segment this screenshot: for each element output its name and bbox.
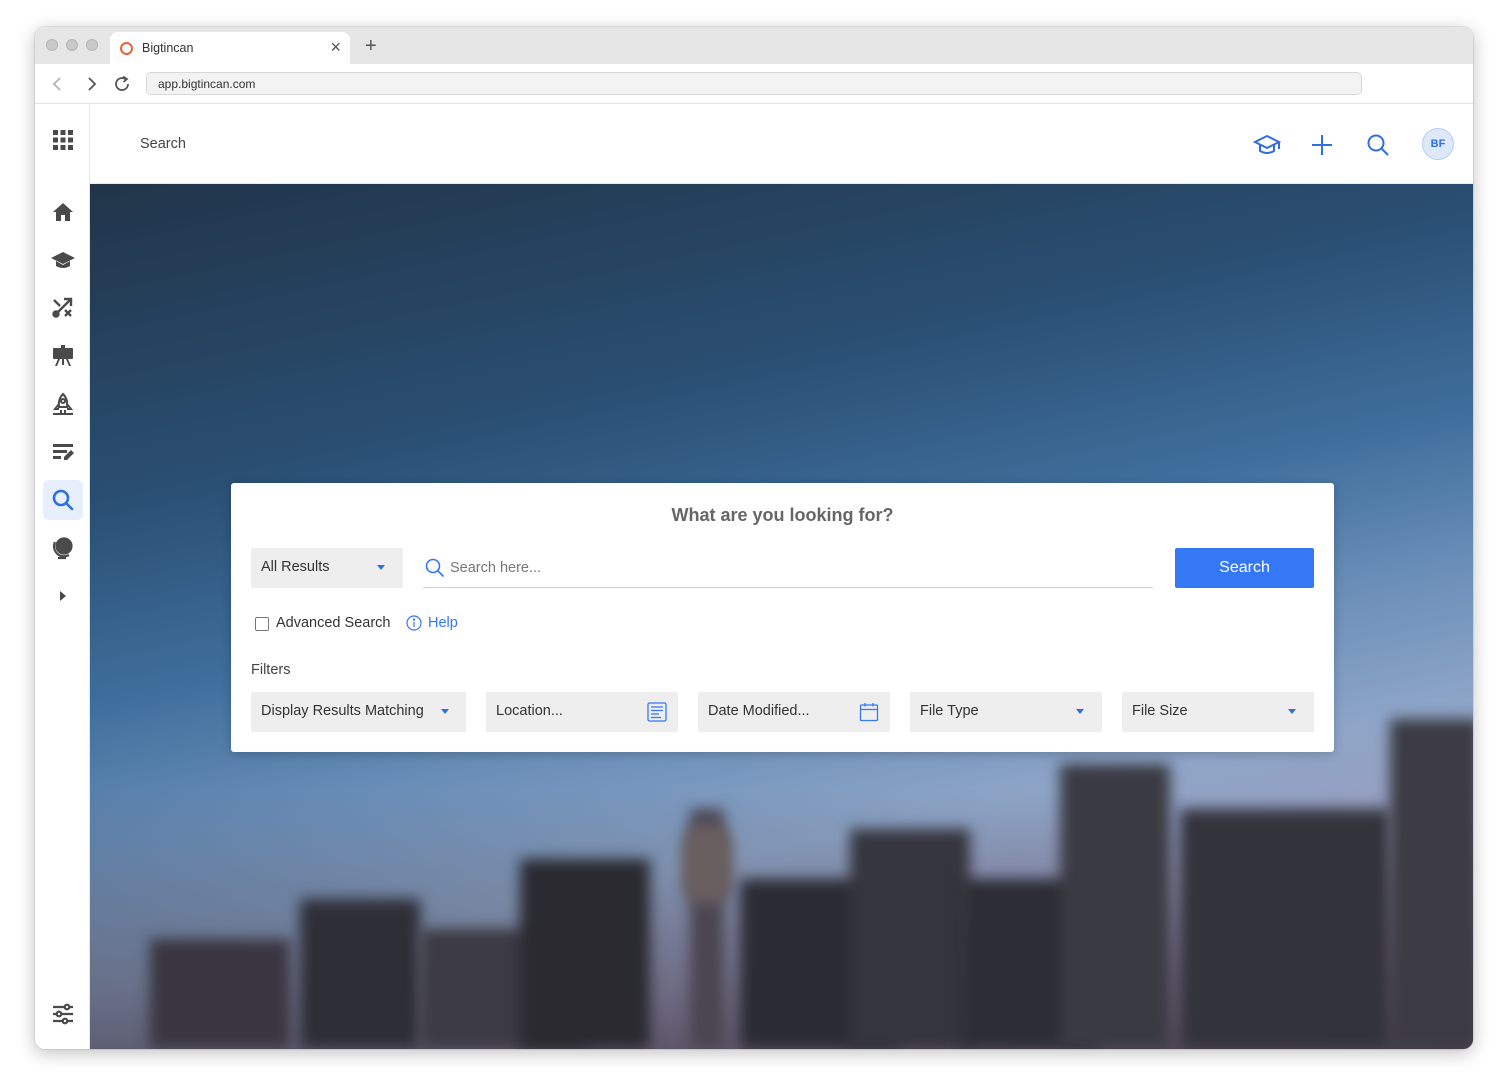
help-link[interactable]: Help [406, 615, 458, 631]
url-text: app.bigtincan.com [158, 77, 256, 91]
home-icon[interactable] [43, 192, 83, 232]
window-minimize-button[interactable] [66, 39, 78, 51]
rocket-icon[interactable] [43, 384, 83, 424]
filters-label: Filters [251, 662, 291, 678]
chevron-down-icon [1076, 709, 1084, 714]
header-search-icon[interactable] [1364, 131, 1392, 159]
presentation-easel-icon[interactable] [43, 336, 83, 376]
help-label: Help [428, 615, 458, 631]
expand-arrow-icon[interactable] [43, 576, 83, 616]
results-scope-value: All Results [261, 559, 330, 575]
advanced-search-label[interactable]: Advanced Search [276, 615, 390, 631]
display-results-matching-select[interactable]: Display Results Matching [251, 692, 466, 732]
file-size-select[interactable]: File Size [1122, 692, 1314, 732]
learning-cap-icon[interactable] [1253, 131, 1281, 159]
location-filter[interactable]: Location... [486, 692, 678, 732]
tab-title: Bigtincan [142, 41, 194, 55]
add-plus-icon[interactable] [1308, 131, 1336, 159]
forward-arrow-icon[interactable] [80, 73, 102, 95]
results-scope-select[interactable]: All Results [251, 548, 403, 588]
user-avatar[interactable]: BF [1422, 128, 1454, 160]
page-title: Search [140, 136, 186, 152]
search-icon[interactable] [43, 480, 83, 520]
edit-notes-icon[interactable] [43, 432, 83, 472]
browser-window: Bigtincan × + app.bigtincan.com Search B… [35, 27, 1473, 1049]
search-input[interactable] [450, 557, 1140, 579]
new-tab-button[interactable]: + [365, 35, 377, 57]
filter-label: File Type [920, 703, 979, 719]
advanced-search-checkbox[interactable] [255, 617, 269, 631]
search-field-icon [425, 558, 445, 578]
app-sidebar [35, 105, 90, 1049]
reload-icon[interactable] [111, 73, 133, 95]
tab-close-icon[interactable]: × [330, 37, 341, 57]
chevron-down-icon [441, 709, 449, 714]
address-bar[interactable]: app.bigtincan.com [146, 72, 1362, 95]
file-type-select[interactable]: File Type [910, 692, 1102, 732]
filter-label: Display Results Matching [261, 703, 424, 719]
browser-titlebar: Bigtincan × + [35, 27, 1473, 64]
browser-navbar: app.bigtincan.com [35, 64, 1473, 104]
app-header: Search BF [90, 105, 1473, 184]
globe-icon[interactable] [43, 528, 83, 568]
filter-label: File Size [1132, 703, 1188, 719]
chevron-down-icon [377, 565, 385, 570]
apps-grid-icon[interactable] [43, 120, 83, 160]
search-card: What are you looking for? All Results Se… [231, 483, 1334, 752]
info-icon [406, 615, 422, 631]
filter-label: Date Modified... [708, 703, 810, 719]
search-field[interactable] [423, 548, 1153, 588]
bigtincan-favicon-icon [120, 42, 133, 55]
search-heading: What are you looking for? [671, 505, 894, 525]
back-arrow-icon[interactable] [47, 73, 69, 95]
window-zoom-button[interactable] [86, 39, 98, 51]
calendar-icon [859, 703, 879, 722]
date-modified-filter[interactable]: Date Modified... [698, 692, 890, 732]
chevron-down-icon [1288, 709, 1296, 714]
window-close-button[interactable] [46, 39, 58, 51]
search-button[interactable]: Search [1175, 548, 1314, 588]
settings-sliders-icon[interactable] [43, 994, 83, 1034]
graduation-cap-icon[interactable] [43, 240, 83, 280]
filter-label: Location... [496, 703, 563, 719]
browser-tab[interactable]: Bigtincan × [110, 32, 350, 64]
shuffle-icon[interactable] [43, 288, 83, 328]
location-list-icon [647, 702, 667, 722]
